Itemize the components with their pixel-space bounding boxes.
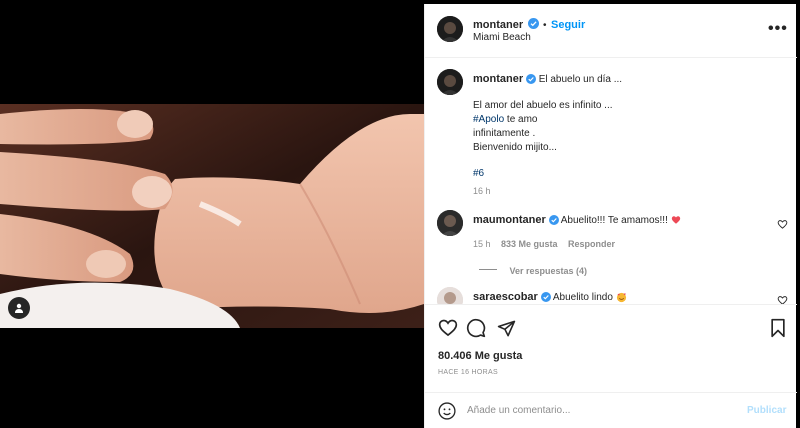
comment-avatar-portrait (437, 210, 463, 236)
post-photo[interactable] (0, 104, 424, 328)
user-tag-glyph (15, 303, 23, 313)
post-details-panel: montaner • Seguir Miami Beach ••• montan… (424, 4, 797, 428)
comment-avatar[interactable] (437, 287, 463, 304)
comment-1-meta: 15 h 833 Me gusta Responder (473, 234, 615, 252)
view-replies-button[interactable]: Ver respuestas (4) (479, 261, 587, 279)
comment-input[interactable]: Añade un comentario... (467, 405, 570, 416)
replies-line (479, 269, 497, 271)
caption-title-row: montaner El abuelo un día ... (473, 72, 622, 87)
caption-line-2: #Apolo te amo (473, 113, 538, 127)
comment-avatar-portrait (437, 287, 463, 304)
author-avatar[interactable] (437, 16, 463, 42)
comment-1-text: Abuelito!!! Te amamos!!! (560, 215, 668, 226)
view-replies-label: Ver respuestas (4) (509, 266, 587, 276)
comment-1-likes[interactable]: 833 Me gusta (501, 239, 558, 249)
comment-like-heart-icon[interactable] (777, 219, 788, 230)
verified-badge-icon (527, 18, 539, 30)
comment-avatar[interactable] (437, 210, 463, 236)
comment-1-author[interactable]: maumontaner (473, 214, 546, 226)
comment-bubble-icon[interactable] (465, 317, 487, 339)
user-tag-icon[interactable] (8, 297, 30, 319)
heart-icon[interactable] (437, 317, 459, 339)
verified-badge-icon (525, 74, 536, 85)
likes-count[interactable]: 80.406 Me gusta (438, 350, 522, 362)
comment-1-time[interactable]: 15 h (473, 239, 491, 249)
save-glyph (771, 318, 785, 338)
share-glyph (497, 320, 515, 336)
post-location[interactable]: Miami Beach (473, 32, 531, 43)
caption-title: El abuelo un día ... (538, 74, 623, 85)
caption-timestamp[interactable]: 16 h (473, 186, 491, 196)
caption-line-1: El amor del abuelo es infinito ... (473, 100, 613, 111)
comments-section: montaner El abuelo un día ... El amor de… (425, 59, 797, 304)
post-actions: 80.406 Me gusta HACE 16 HORAS (425, 304, 797, 392)
post-header: montaner • Seguir Miami Beach ••• (425, 4, 797, 58)
caption-avatar[interactable] (437, 69, 463, 95)
smiley-icon[interactable] (437, 401, 457, 421)
red-heart-emoji-icon (671, 216, 680, 225)
comment-glyph (466, 318, 486, 338)
comment-2-author[interactable]: saraescobar (473, 291, 538, 303)
like-heart-glyph (438, 319, 458, 337)
comment-2-text: Abuelito lindo (552, 292, 613, 303)
hashtag-apolo[interactable]: #Apolo (473, 114, 504, 125)
caption-line-4: Bienvenido mijito... (473, 142, 557, 153)
comment-2-row: saraescobar Abuelito lindo (473, 290, 627, 304)
smiling-face-with-hearts-emoji-icon (616, 292, 626, 302)
header-title-row: montaner • Seguir (473, 15, 585, 33)
author-username[interactable]: montaner (473, 19, 523, 31)
caption-line-3: infinitamente . (473, 128, 536, 139)
post-media (0, 0, 424, 428)
add-comment-bar: Añade un comentario... Publicar (425, 392, 797, 428)
caption-line-2-rest: te amo (504, 114, 538, 125)
publish-button[interactable]: Publicar (747, 405, 786, 416)
baby-hand-photo (0, 104, 424, 328)
avatar-portrait (437, 16, 463, 42)
verified-badge-icon (548, 215, 559, 226)
post-time-ago[interactable]: HACE 16 HORAS (438, 369, 498, 376)
comment-1-row: maumontaner Abuelito!!! Te amamos!!! (473, 213, 681, 228)
verified-badge-icon (540, 292, 551, 303)
hashtag-6[interactable]: #6 (473, 167, 484, 181)
caption-author[interactable]: montaner (473, 73, 523, 85)
bookmark-icon[interactable] (767, 317, 789, 339)
paper-plane-icon[interactable] (495, 317, 517, 339)
more-options-button[interactable]: ••• (768, 20, 788, 38)
separator-dot: • (543, 20, 547, 31)
comment-like-heart-icon[interactable] (777, 295, 788, 304)
caption-avatar-portrait (437, 69, 463, 95)
reply-button[interactable]: Responder (568, 239, 615, 249)
follow-button[interactable]: Seguir (551, 19, 585, 31)
